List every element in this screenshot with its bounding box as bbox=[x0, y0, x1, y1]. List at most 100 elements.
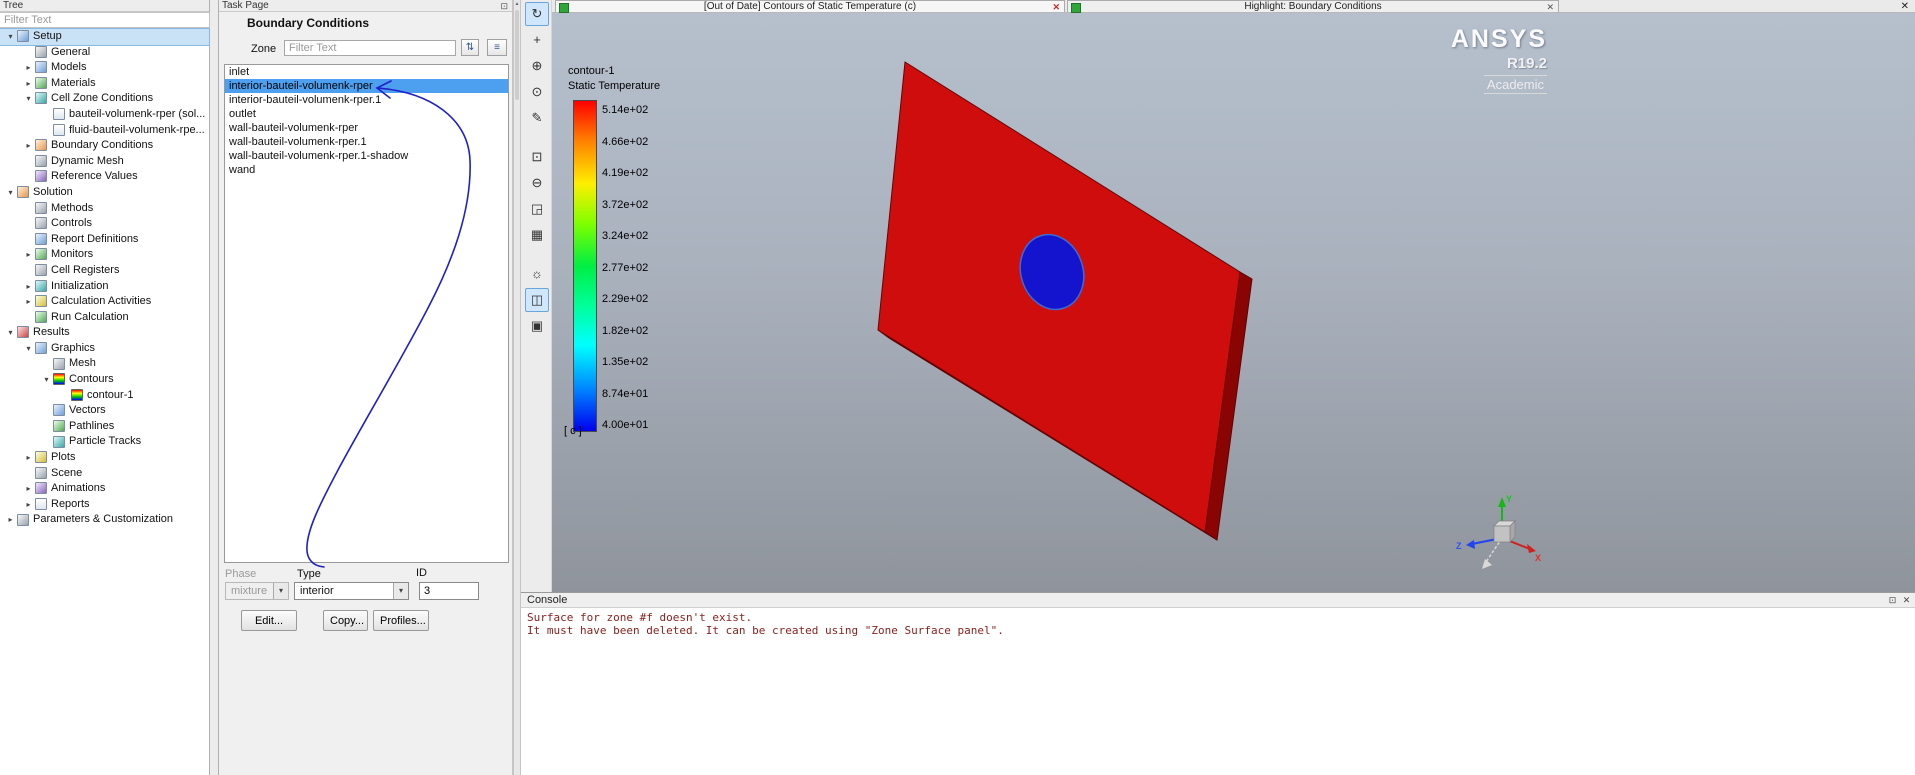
tree-item-initialization[interactable]: ▸ Initialization bbox=[0, 279, 209, 295]
expand-arrow-icon[interactable]: ▸ bbox=[22, 138, 35, 154]
view-panel-icon[interactable]: ◫ bbox=[525, 288, 549, 312]
tree-item-setup[interactable]: ▾ Setup bbox=[0, 28, 210, 46]
tree-item-reference-values[interactable]: Reference Values bbox=[0, 169, 209, 185]
zoom-window-icon[interactable]: ⊙ bbox=[525, 80, 549, 104]
zoom-in-box-icon[interactable]: ⊕ bbox=[525, 54, 549, 78]
float-pane-icon[interactable]: ⊡ bbox=[500, 0, 508, 12]
tab-highlight-boundary-conditions[interactable]: Highlight: Boundary Conditions ✕ bbox=[1067, 0, 1559, 13]
collapse-arrow-icon[interactable]: ▾ bbox=[40, 372, 53, 388]
collapse-arrow-icon[interactable]: ▾ bbox=[22, 91, 35, 107]
expand-arrow-icon[interactable]: ▸ bbox=[22, 247, 35, 263]
tree-item-animations[interactable]: ▸ Animations bbox=[0, 481, 209, 497]
zone-item-wall-bauteil-volumenk-rper[interactable]: wall-bauteil-volumenk-rper bbox=[225, 121, 508, 135]
zone-listbox[interactable]: inlet interior-bauteil-volumenk-rper inter… bbox=[224, 64, 509, 563]
phase-dropdown[interactable]: mixture ▾ bbox=[225, 582, 289, 600]
tree-item-label: Methods bbox=[51, 201, 94, 214]
close-pane-icon[interactable]: ✕ bbox=[1900, 594, 1913, 607]
expand-arrow-icon[interactable]: ▸ bbox=[4, 512, 17, 528]
snap-grid-icon[interactable]: ▦ bbox=[525, 223, 549, 247]
restore-pane-icon[interactable]: ⊡ bbox=[1886, 594, 1899, 607]
expand-arrow-icon[interactable]: ▸ bbox=[22, 279, 35, 295]
tree-item-contour-1[interactable]: contour-1 bbox=[0, 388, 209, 404]
copy-button[interactable]: Copy... bbox=[323, 610, 368, 631]
tree-item-methods[interactable]: Methods bbox=[0, 201, 209, 217]
tree-item-vectors[interactable]: Vectors bbox=[0, 403, 209, 419]
tree-item-run-calculation[interactable]: Run Calculation bbox=[0, 310, 209, 326]
profiles-button[interactable]: Profiles... bbox=[373, 610, 429, 631]
tree-item-results[interactable]: ▾ Results bbox=[0, 325, 209, 341]
solution-icon bbox=[17, 186, 29, 199]
tree-item-cell-registers[interactable]: Cell Registers bbox=[0, 263, 209, 279]
scroll-up-icon[interactable]: ▲ bbox=[514, 1, 520, 7]
expand-arrow-icon[interactable]: ▸ bbox=[22, 60, 35, 76]
id-input[interactable] bbox=[419, 582, 479, 600]
rotate-view-icon[interactable]: ↻ bbox=[525, 2, 549, 26]
resize-view-icon[interactable]: ◲ bbox=[525, 197, 549, 221]
close-tab-icon[interactable]: ✕ bbox=[1052, 1, 1060, 13]
tree-item-report-definitions[interactable]: Report Definitions bbox=[0, 232, 209, 248]
tree-item-pathlines[interactable]: Pathlines bbox=[0, 419, 209, 435]
zone-sort-button[interactable]: ⇅ bbox=[461, 39, 479, 56]
tree-item-particle-tracks[interactable]: Particle Tracks bbox=[0, 434, 209, 450]
tree-item-models[interactable]: ▸ Models bbox=[0, 60, 209, 76]
type-dropdown[interactable]: interior ▾ bbox=[294, 582, 409, 600]
expand-arrow-icon[interactable]: ▸ bbox=[22, 497, 35, 513]
contour-icon bbox=[71, 388, 83, 401]
tree-item-mesh[interactable]: Mesh bbox=[0, 356, 209, 372]
pan-icon[interactable]: + bbox=[525, 28, 549, 52]
expand-arrow-icon[interactable]: ▸ bbox=[22, 294, 35, 310]
zone-filter-input[interactable] bbox=[284, 40, 456, 56]
zone-item-interior-bauteil-volumenk-rper[interactable]: interior-bauteil-volumenk-rper bbox=[225, 79, 508, 93]
tree-item-monitors[interactable]: ▸ Monitors bbox=[0, 247, 209, 263]
tree-item-fluid-bauteil-volumenk-rpe[interactable]: fluid-bauteil-volumenk-rpe... bbox=[0, 123, 209, 139]
collapse-arrow-icon[interactable]: ▾ bbox=[22, 341, 35, 357]
expand-arrow-icon[interactable]: ▸ bbox=[22, 450, 35, 466]
tree-item-cell-zone-conditions[interactable]: ▾ Cell Zone Conditions bbox=[0, 91, 209, 107]
zone-item-wall-bauteil-volumenk-rper-1[interactable]: wall-bauteil-volumenk-rper.1 bbox=[225, 135, 508, 149]
tree-item-graphics[interactable]: ▾ Graphics bbox=[0, 341, 209, 357]
expand-arrow-icon[interactable]: ▸ bbox=[22, 76, 35, 92]
tree-item-calculation-activities[interactable]: ▸ Calculation Activities bbox=[0, 294, 209, 310]
tree-item-general[interactable]: General bbox=[0, 45, 209, 61]
scrollbar-thumb[interactable] bbox=[515, 10, 519, 100]
tree-item-materials[interactable]: ▸ Materials bbox=[0, 76, 209, 92]
tree-item-plots[interactable]: ▸ Plots bbox=[0, 450, 209, 466]
zone-item-wand[interactable]: wand bbox=[225, 163, 508, 177]
close-icon[interactable]: ✕ bbox=[1901, 0, 1909, 13]
tree-item-solution[interactable]: ▾ Solution bbox=[0, 185, 209, 201]
tree-item-contours[interactable]: ▾ Contours bbox=[0, 372, 209, 388]
tree-item-boundary-conditions[interactable]: ▸ Boundary Conditions bbox=[0, 138, 209, 154]
zoom-out-icon[interactable]: ⊖ bbox=[525, 171, 549, 195]
zone-item-inlet[interactable]: inlet bbox=[225, 65, 508, 79]
chevron-down-icon: ▾ bbox=[273, 583, 288, 599]
headlight-icon[interactable]: ☼ bbox=[525, 262, 549, 286]
console-output[interactable]: Surface for zone #f doesn't exist. It mus… bbox=[521, 608, 1915, 775]
tree-item-reports[interactable]: ▸ Reports bbox=[0, 497, 209, 513]
zone-item-wall-bauteil-volumenk-rper-1-shadow[interactable]: wall-bauteil-volumenk-rper.1-shadow bbox=[225, 149, 508, 163]
zone-display-options-button[interactable]: ≡ bbox=[487, 39, 507, 56]
collapse-arrow-icon[interactable]: ▾ bbox=[4, 325, 17, 341]
close-tab-icon[interactable]: ✕ bbox=[1546, 1, 1554, 13]
copy-view-icon[interactable]: ▣ bbox=[525, 314, 549, 338]
graphics-viewport[interactable]: contour-1 Static Temperature 5.14e+02 4.6… bbox=[552, 13, 1915, 592]
tab-contours[interactable]: [Out of Date] Contours of Static Tempera… bbox=[555, 0, 1065, 13]
tree-filter-input[interactable] bbox=[0, 12, 210, 28]
edit-button[interactable]: Edit... bbox=[241, 610, 297, 631]
zone-item-outlet[interactable]: outlet bbox=[225, 107, 508, 121]
zone-item-interior-bauteil-volumenk-rper-1[interactable]: interior-bauteil-volumenk-rper.1 bbox=[225, 93, 508, 107]
tree-item-scene[interactable]: Scene bbox=[0, 466, 209, 482]
y-axis-label: Y bbox=[1506, 494, 1512, 504]
tree-item-bauteil-volumenk-rper-sol[interactable]: bauteil-volumenk-rper (sol... bbox=[0, 107, 209, 123]
tree-item-controls[interactable]: Controls bbox=[0, 216, 209, 232]
collapse-arrow-icon[interactable]: ▾ bbox=[4, 29, 17, 45]
zoom-fit-icon[interactable]: ⊡ bbox=[525, 145, 549, 169]
probe-icon[interactable]: ✎ bbox=[525, 106, 549, 130]
expand-arrow-icon[interactable]: ▸ bbox=[22, 481, 35, 497]
task-page-scrollbar[interactable]: ▲ bbox=[513, 0, 521, 775]
task-page-panel: Task Page ⊡ Boundary Conditions Zone ⇅ ≡… bbox=[218, 0, 513, 775]
tree-item-parameters-customization[interactable]: ▸ Parameters & Customization bbox=[0, 512, 209, 528]
tree-item-dynamic-mesh[interactable]: Dynamic Mesh bbox=[0, 154, 209, 170]
fluent-application: Tree ▾ Setup General ▸ Models ▸ Materials ▾ Cell… bbox=[0, 0, 1915, 775]
models-icon bbox=[35, 61, 47, 74]
collapse-arrow-icon[interactable]: ▾ bbox=[4, 185, 17, 201]
